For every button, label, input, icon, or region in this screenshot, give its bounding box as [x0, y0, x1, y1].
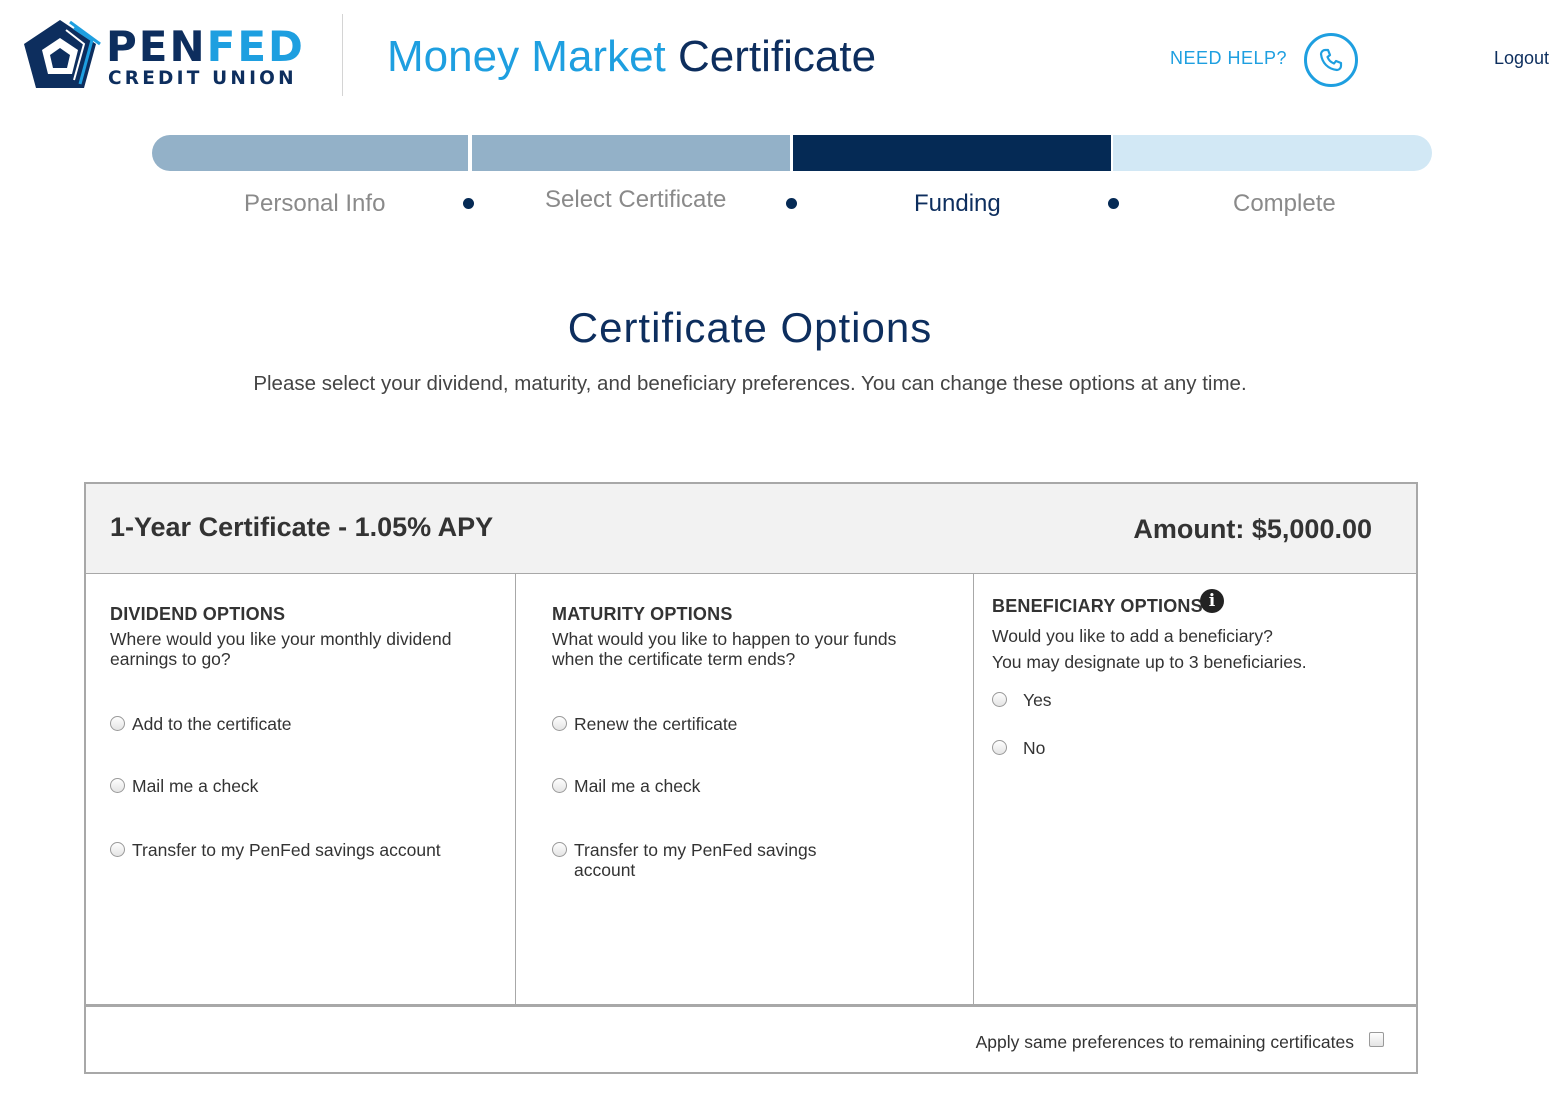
progress-segment-funding — [793, 135, 1111, 171]
info-icon[interactable]: i — [1200, 589, 1224, 613]
step-funding: Funding — [914, 190, 1001, 217]
radio-button[interactable] — [110, 842, 125, 857]
penfed-shield-icon — [24, 20, 101, 88]
logo-wordmark: PENFED — [106, 22, 305, 71]
need-help-link[interactable]: NEED HELP? — [1170, 48, 1287, 69]
app-title-part2: Certificate — [678, 32, 877, 81]
beneficiary-question: Would you like to add a beneficiary? You… — [992, 626, 1307, 672]
column-divider — [515, 574, 516, 1005]
radio-button[interactable] — [992, 692, 1007, 707]
certificate-card-header: 1-Year Certificate - 1.05% APY Amount: $… — [86, 484, 1416, 574]
phone-icon — [1319, 48, 1343, 72]
certificate-card: 1-Year Certificate - 1.05% APY Amount: $… — [84, 482, 1418, 1074]
card-footer-divider — [86, 1004, 1416, 1007]
progress-segment-personal-info — [152, 135, 468, 171]
progress-segment-select-certificate — [472, 135, 790, 171]
maturity-options-heading: MATURITY OPTIONS — [552, 604, 733, 624]
progress-segment-complete — [1113, 135, 1432, 171]
logo-subtitle: CREDIT UNION — [108, 68, 297, 89]
radio-button[interactable] — [110, 778, 125, 793]
app-title-part1: Money Market — [387, 32, 666, 81]
maturity-question: What would you like to happen to your fu… — [552, 629, 897, 669]
radio-button[interactable] — [110, 716, 125, 731]
step-personal-info: Personal Info — [244, 190, 386, 217]
step-select-certificate: Select Certificate — [545, 186, 727, 213]
app-title: Money Market Certificate — [387, 31, 876, 83]
logout-link[interactable]: Logout — [1494, 48, 1549, 69]
maturity-option-mail-check[interactable]: Mail me a check — [552, 776, 700, 796]
certificate-name: 1-Year Certificate - 1.05% APY — [110, 512, 494, 542]
apply-same-preferences-label: Apply same preferences to remaining cert… — [975, 1032, 1354, 1052]
maturity-option-transfer-savings[interactable]: Transfer to my PenFed savings account — [552, 840, 817, 880]
certificate-amount: Amount: $5,000.00 — [1133, 514, 1372, 544]
step-separator-dot — [786, 198, 797, 209]
penfed-logo[interactable]: PENFED CREDIT UNION — [22, 18, 305, 92]
dividend-option-mail-check[interactable]: Mail me a check — [110, 776, 258, 796]
step-separator-dot — [463, 198, 474, 209]
dividend-option-add-to-certificate[interactable]: Add to the certificate — [110, 714, 292, 734]
beneficiary-option-no[interactable]: No — [992, 738, 1045, 758]
dividend-question: Where would you like your monthly divide… — [110, 629, 452, 669]
step-complete: Complete — [1233, 190, 1336, 217]
apply-same-preferences-checkbox[interactable] — [1369, 1032, 1384, 1047]
column-divider — [973, 574, 974, 1005]
maturity-option-renew[interactable]: Renew the certificate — [552, 714, 737, 734]
step-separator-dot — [1108, 198, 1119, 209]
page-subtitle: Please select your dividend, maturity, a… — [253, 372, 1247, 395]
dividend-options-heading: DIVIDEND OPTIONS — [110, 604, 286, 624]
radio-button[interactable] — [552, 778, 567, 793]
header-divider — [342, 14, 343, 96]
radio-button[interactable] — [552, 842, 567, 857]
page-title: Certificate Options — [567, 304, 933, 351]
progress-bar — [152, 135, 1432, 171]
dividend-option-transfer-savings[interactable]: Transfer to my PenFed savings account — [110, 840, 441, 860]
beneficiary-options-heading: BENEFICIARY OPTIONS — [992, 596, 1203, 616]
radio-button[interactable] — [992, 740, 1007, 755]
phone-button[interactable] — [1304, 33, 1358, 87]
beneficiary-option-yes[interactable]: Yes — [992, 690, 1052, 710]
radio-button[interactable] — [552, 716, 567, 731]
